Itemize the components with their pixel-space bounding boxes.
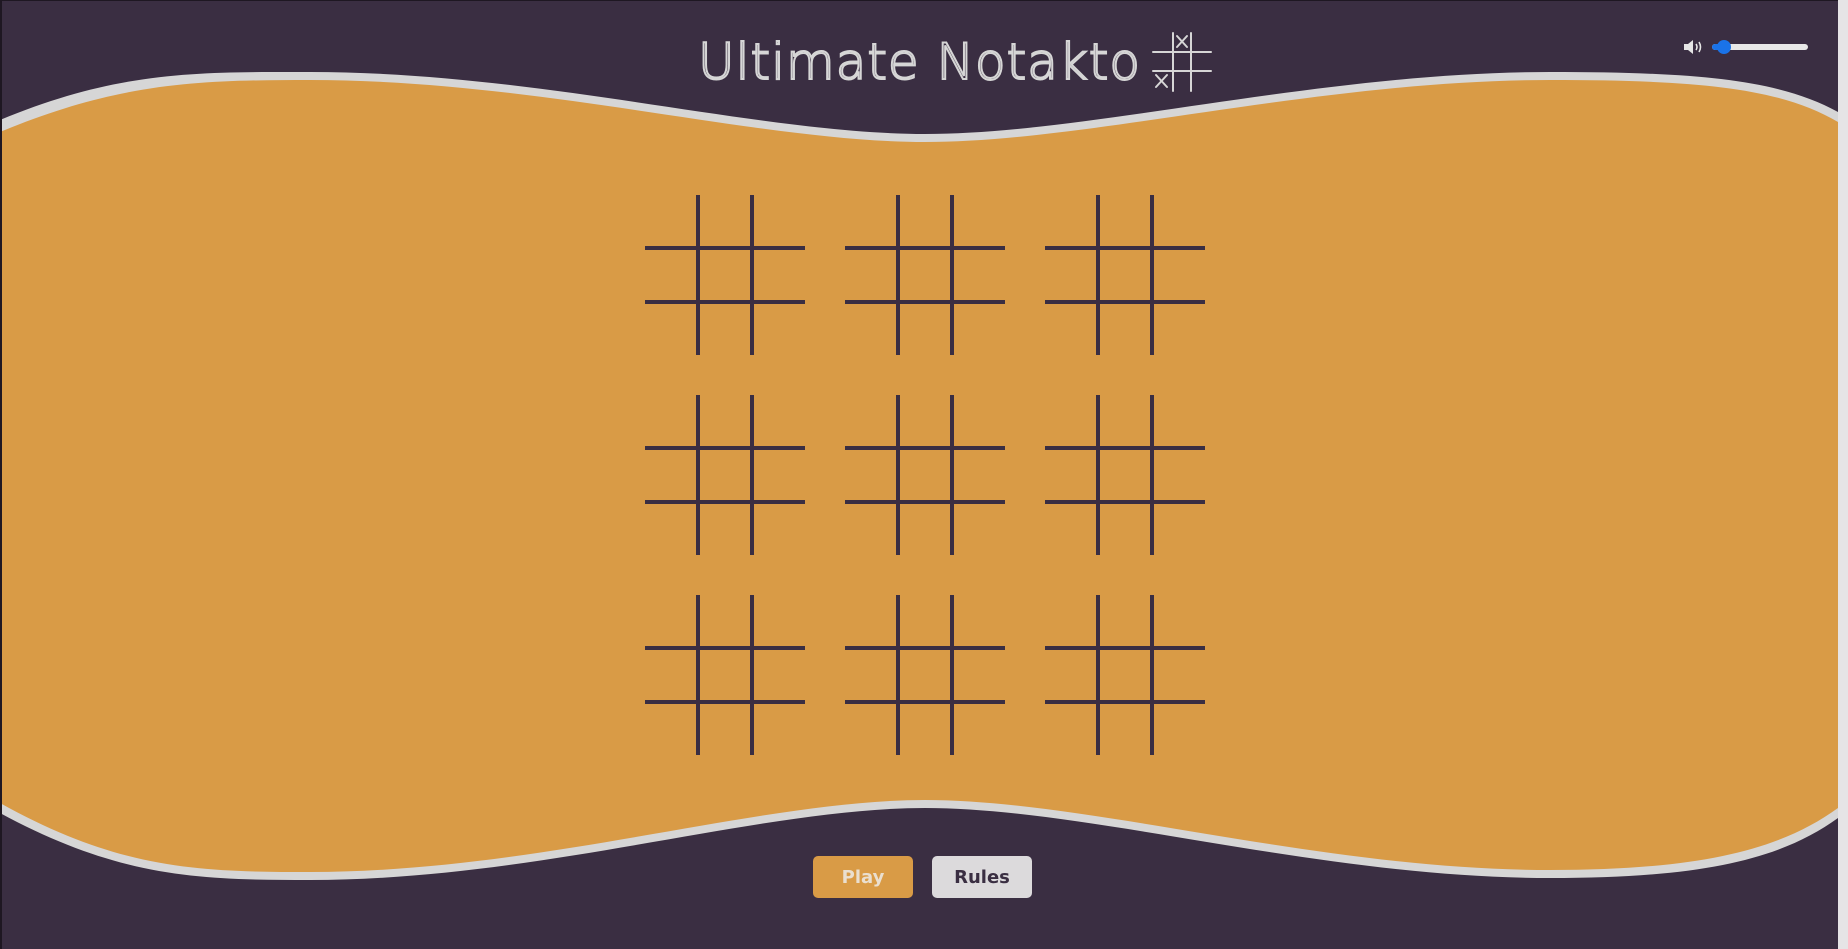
- grid-line-vertical: [896, 195, 900, 355]
- grid-line-vertical: [1096, 195, 1100, 355]
- frame-right-edge: [1838, 0, 1848, 949]
- grid-line-vertical: [696, 195, 700, 355]
- grid-line-horizontal: [1045, 246, 1205, 250]
- grid-line-vertical: [1150, 595, 1154, 755]
- grid-line-horizontal: [845, 446, 1005, 450]
- grid-line-vertical: [696, 395, 700, 555]
- grid-line-horizontal: [645, 700, 805, 704]
- frame-top-edge: [0, 0, 1848, 1]
- grid-line-vertical: [1150, 395, 1154, 555]
- grid-line-horizontal: [1045, 700, 1205, 704]
- speaker-volume-icon[interactable]: [1682, 37, 1704, 57]
- grid-line-horizontal: [1045, 446, 1205, 450]
- grid-line-vertical: [750, 595, 754, 755]
- game-page: Ultimate Notakto Play Rules: [0, 0, 1848, 949]
- grid-line-horizontal: [845, 700, 1005, 704]
- grid-line-vertical: [950, 195, 954, 355]
- grid-line-vertical: [896, 395, 900, 555]
- mini-board[interactable]: [645, 395, 805, 555]
- volume-slider-thumb[interactable]: [1716, 40, 1731, 54]
- ultimate-board: [645, 195, 1205, 755]
- title-text: Ultimate Notakto: [697, 32, 1141, 92]
- grid-line-vertical: [950, 395, 954, 555]
- mini-board[interactable]: [1045, 395, 1205, 555]
- volume-slider[interactable]: [1712, 40, 1808, 54]
- play-button[interactable]: Play: [813, 856, 913, 898]
- mini-board[interactable]: [845, 595, 1005, 755]
- rules-button[interactable]: Rules: [932, 856, 1032, 898]
- volume-control: [1682, 37, 1808, 57]
- grid-line-vertical: [1096, 595, 1100, 755]
- mini-board[interactable]: [1045, 595, 1205, 755]
- grid-line-horizontal: [645, 446, 805, 450]
- mini-board[interactable]: [645, 595, 805, 755]
- page-title: Ultimate Notakto: [697, 30, 1213, 94]
- action-buttons: Play Rules: [813, 856, 1032, 898]
- grid-line-horizontal: [845, 646, 1005, 650]
- frame-left-edge: [0, 0, 2, 949]
- grid-line-horizontal: [1045, 500, 1205, 504]
- grid-line-vertical: [1150, 195, 1154, 355]
- grid-line-vertical: [750, 395, 754, 555]
- grid-line-horizontal: [845, 246, 1005, 250]
- grid-line-horizontal: [645, 300, 805, 304]
- grid-line-horizontal: [845, 500, 1005, 504]
- mini-board[interactable]: [1045, 195, 1205, 355]
- grid-line-horizontal: [645, 500, 805, 504]
- grid-line-vertical: [750, 195, 754, 355]
- mini-board[interactable]: [845, 195, 1005, 355]
- grid-line-vertical: [950, 595, 954, 755]
- grid-line-vertical: [696, 595, 700, 755]
- tic-tac-toe-grid-icon: [1151, 32, 1212, 92]
- grid-line-horizontal: [1045, 646, 1205, 650]
- grid-line-horizontal: [1045, 300, 1205, 304]
- grid-line-horizontal: [645, 646, 805, 650]
- grid-line-horizontal: [645, 246, 805, 250]
- grid-line-horizontal: [845, 300, 1005, 304]
- mini-board[interactable]: [645, 195, 805, 355]
- grid-line-vertical: [896, 595, 900, 755]
- grid-line-vertical: [1096, 395, 1100, 555]
- mini-board[interactable]: [845, 395, 1005, 555]
